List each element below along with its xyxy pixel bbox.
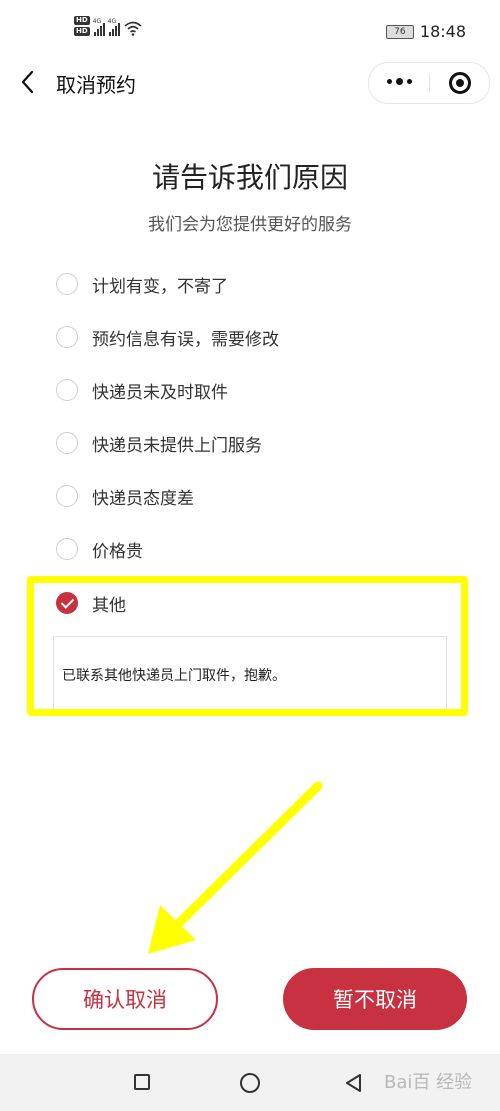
signal-icon: 4G: [92, 18, 105, 36]
nav-bar: 取消预约: [0, 58, 500, 106]
status-bar: HD HD 4G 4G 76 18:48: [0, 0, 500, 60]
capsule-divider: [429, 74, 430, 92]
reason-option-label: 价格贵: [92, 541, 143, 562]
status-bar-right: 76 18:48: [385, 22, 466, 41]
radio-button[interactable]: [56, 273, 78, 295]
mini-program-capsule: [368, 62, 490, 104]
status-bar-left: HD HD 4G 4G: [74, 16, 142, 36]
close-mini-program-icon[interactable]: [449, 72, 471, 94]
wifi-icon: [124, 21, 142, 36]
watermark: Bai百 经验: [384, 1072, 473, 1093]
radio-button[interactable]: [56, 326, 78, 348]
signal-label: 4G: [92, 18, 102, 25]
radio-button[interactable]: [56, 379, 78, 401]
hd-badge: HD: [74, 16, 90, 25]
reason-option[interactable]: 快递员态度差: [56, 479, 194, 513]
reason-option[interactable]: 价格贵: [56, 532, 143, 566]
reason-option[interactable]: 计划有变，不寄了: [56, 267, 228, 301]
radio-button[interactable]: [56, 538, 78, 560]
more-icon[interactable]: [387, 78, 412, 85]
keep-appointment-button[interactable]: 暂不取消: [283, 968, 467, 1030]
reason-option-label: 快递员态度差: [92, 488, 194, 509]
reason-option-label: 预约信息有误，需要修改: [92, 329, 279, 350]
radio-button[interactable]: [56, 432, 78, 454]
battery-icon: 76: [385, 24, 414, 39]
clock: 18:48: [419, 22, 466, 41]
confirm-cancel-button[interactable]: 确认取消: [32, 968, 218, 1030]
reason-option[interactable]: 快递员未及时取件: [56, 373, 228, 407]
system-nav-bar: Bai百 经验: [0, 1054, 500, 1111]
reason-heading: 请告诉我们原因: [151, 161, 348, 194]
hd-badge: HD: [74, 27, 90, 36]
reason-option-label: 快递员未及时取件: [92, 382, 228, 403]
page-title: 取消预约: [56, 73, 136, 97]
recents-icon[interactable]: [134, 1074, 150, 1090]
radio-button[interactable]: [56, 485, 78, 507]
reason-option[interactable]: 快递员未提供上门服务: [56, 426, 262, 460]
back-icon[interactable]: [344, 1073, 364, 1093]
hd-indicators: HD HD: [74, 16, 90, 36]
reason-subheading: 我们会为您提供更好的服务: [148, 215, 352, 235]
back-arrow-icon[interactable]: [18, 68, 42, 96]
reason-option[interactable]: 预约信息有误，需要修改: [56, 320, 279, 354]
home-icon[interactable]: [240, 1073, 260, 1093]
signal-icon: 4G: [107, 18, 120, 36]
signal-label: 4G: [107, 18, 117, 25]
reason-option-label: 计划有变，不寄了: [92, 276, 228, 297]
reason-option-label: 快递员未提供上门服务: [92, 435, 262, 456]
highlight-box: [27, 576, 468, 716]
